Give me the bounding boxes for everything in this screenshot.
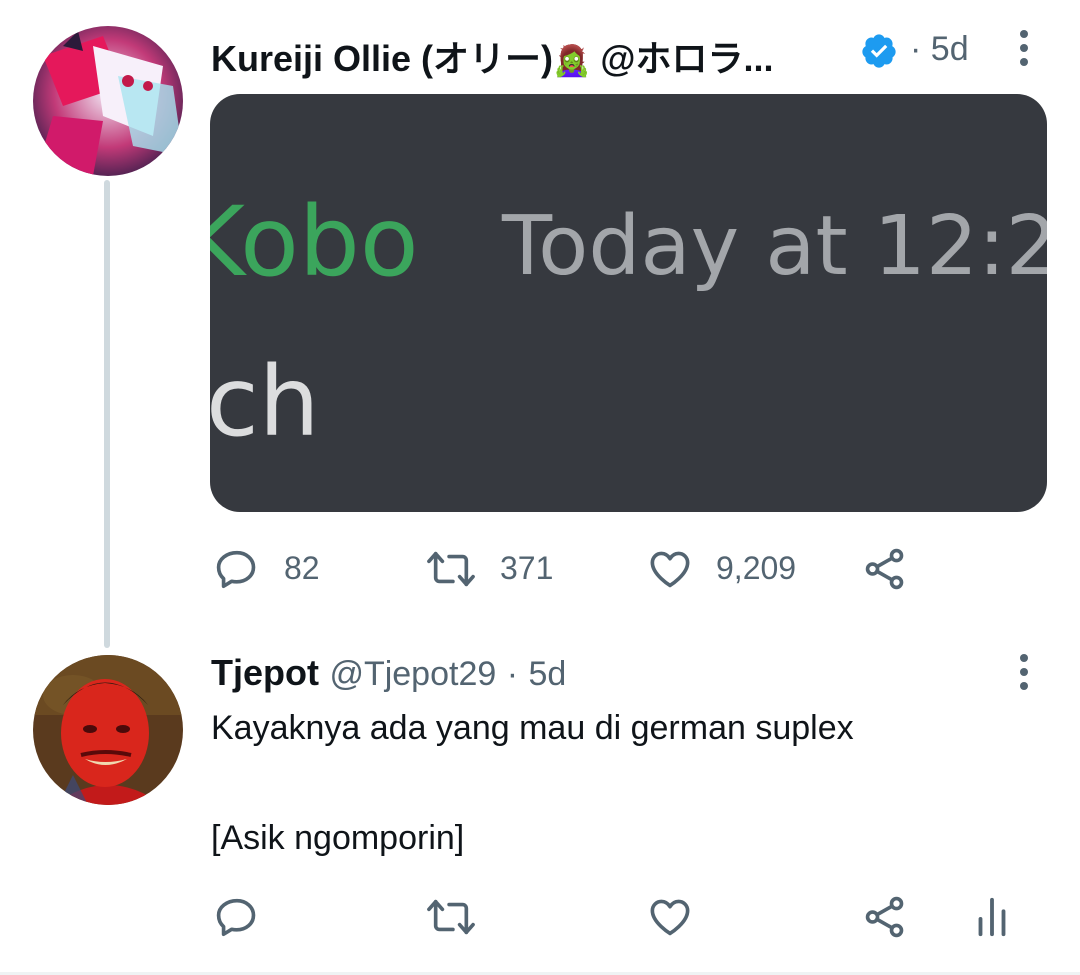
reply-age: 5d — [528, 655, 567, 693]
avatar-kureiji-ollie[interactable] — [33, 26, 183, 176]
retweet-icon[interactable] — [426, 546, 476, 592]
thread-connector-line — [104, 180, 110, 648]
reply-header[interactable]: Tjepot @Tjepot29 · 5d — [211, 652, 566, 694]
analytics-icon[interactable] — [972, 894, 1012, 940]
retweet-count: 371 — [500, 550, 554, 586]
like-count: 9,209 — [716, 550, 797, 586]
discord-username: Kobo — [210, 186, 419, 298]
reply-separator: · — [506, 655, 519, 693]
discord-timestamp: Today at 12:29 — [502, 199, 1047, 294]
like-icon[interactable] — [646, 546, 694, 592]
meta-separator: · — [910, 30, 922, 68]
reply-text-line-2: [Asik ngomporin] — [211, 819, 465, 857]
reply-reply-icon[interactable] — [214, 894, 260, 940]
reply-text-line-1: Kayaknya ada yang mau di german suplex — [211, 709, 854, 747]
tweet-timestamp[interactable]: · 5d — [910, 30, 969, 69]
avatar-tjepot-image — [33, 655, 183, 805]
reply-share-icon[interactable] — [862, 894, 908, 940]
zombie-emoji-icon: 🧟‍♀️ — [553, 45, 591, 78]
reply-handle: @Tjepot29 — [329, 655, 497, 693]
avatar-tjepot[interactable] — [33, 655, 183, 805]
reply-icon[interactable] — [214, 546, 260, 592]
tweet-handle: @ホロラ... — [600, 38, 774, 79]
reply-like-icon[interactable] — [646, 894, 694, 940]
share-icon[interactable] — [862, 546, 908, 592]
reply-retweet-icon[interactable] — [426, 894, 476, 940]
tweet-age: 5d — [930, 30, 969, 68]
avatar-ollie-image — [33, 26, 183, 176]
reply-more-options-icon[interactable] — [1014, 652, 1034, 692]
tweet-media-image[interactable]: Kobo Today at 12:29 ch — [210, 94, 1047, 512]
discord-message-fragment: ch — [210, 346, 320, 458]
more-options-icon[interactable] — [1014, 28, 1034, 68]
reply-count: 82 — [284, 550, 320, 586]
verified-badge-icon — [860, 32, 898, 70]
tweet-display-name[interactable]: Kureiji Ollie (オリー)🧟‍♀️ @ホロラ... — [211, 30, 774, 82]
display-name-text: Kureiji Ollie (オリー) — [211, 38, 554, 79]
reply-display-name: Tjepot — [211, 652, 319, 693]
